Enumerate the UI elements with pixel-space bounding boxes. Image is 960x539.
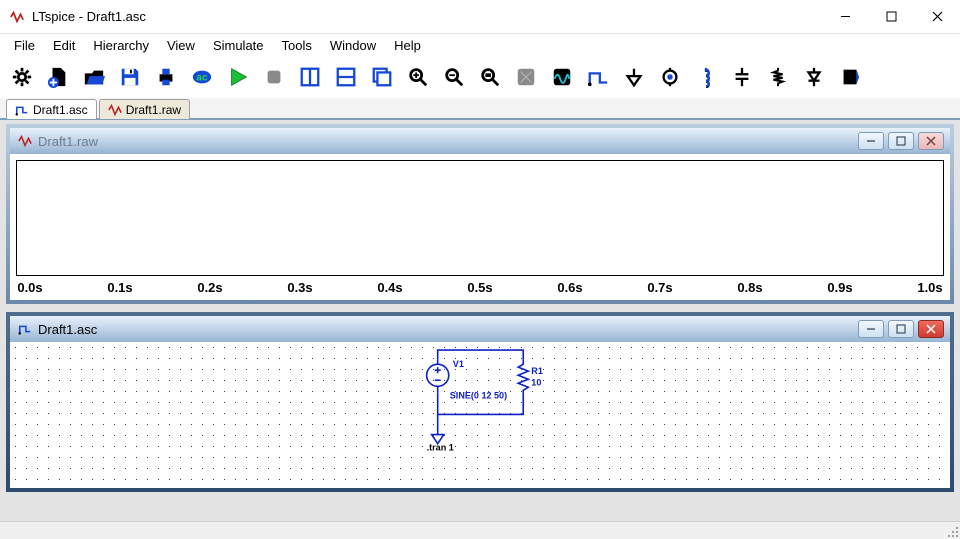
r1-value: 10 (531, 377, 541, 387)
window-close-button[interactable] (914, 2, 960, 32)
resize-grip[interactable] (944, 523, 958, 537)
schematic-canvas[interactable]: V1 SINE(0 12 50) R1 10 .tran 1 (10, 342, 950, 488)
window-minimize-button[interactable] (822, 2, 868, 32)
schematic-close-button[interactable] (918, 320, 944, 338)
waveform-titlebar[interactable]: Draft1.raw (10, 128, 950, 154)
x-tick: 0.3s (280, 280, 320, 296)
x-tick: 0.4s (370, 280, 410, 296)
menu-file[interactable]: File (6, 36, 43, 55)
menu-view[interactable]: View (159, 36, 203, 55)
waveform-icon (18, 134, 32, 148)
schematic-tab-icon (15, 103, 29, 117)
toolbar: ac (0, 56, 960, 98)
waveform-window: Draft1.raw 0.0s 0.1s 0.2s 0.3s 0.4s 0.5s… (6, 124, 954, 304)
zoom-out-button[interactable] (440, 62, 468, 92)
waveform-plot-area[interactable]: 0.0s 0.1s 0.2s 0.3s 0.4s 0.5s 0.6s 0.7s … (10, 154, 950, 300)
cascade-button[interactable] (368, 62, 396, 92)
waveform-title: Draft1.raw (18, 134, 854, 149)
v1-value: SINE(0 12 50) (450, 390, 507, 400)
x-tick: 1.0s (910, 280, 950, 296)
x-tick: 0.1s (100, 280, 140, 296)
ground-button[interactable] (620, 62, 648, 92)
stop-button[interactable] (260, 62, 288, 92)
schematic-maximize-button[interactable] (888, 320, 914, 338)
open-button[interactable] (80, 62, 108, 92)
schematic-icon (18, 322, 32, 336)
tile-vertical-button[interactable] (296, 62, 324, 92)
schematic-title: Draft1.asc (18, 322, 854, 337)
x-tick: 0.0s (10, 280, 50, 296)
wire-button[interactable] (584, 62, 612, 92)
schematic-minimize-button[interactable] (858, 320, 884, 338)
waveform-close-button[interactable] (918, 132, 944, 150)
x-tick: 0.6s (550, 280, 590, 296)
resistor-button[interactable] (764, 62, 792, 92)
tab-label: Draft1.asc (33, 103, 88, 117)
tab-draft1-asc[interactable]: Draft1.asc (6, 99, 97, 119)
x-tick: 0.9s (820, 280, 860, 296)
capacitor-button[interactable] (728, 62, 756, 92)
menu-edit[interactable]: Edit (45, 36, 83, 55)
op-point-button[interactable]: ac (188, 62, 216, 92)
menu-tools[interactable]: Tools (274, 36, 320, 55)
run-button[interactable] (224, 62, 252, 92)
schematic-window: Draft1.asc (6, 312, 954, 492)
x-tick: 0.7s (640, 280, 680, 296)
menu-window[interactable]: Window (322, 36, 384, 55)
v1-label: V1 (453, 359, 464, 369)
window-titlebar: LTspice - Draft1.asc (0, 0, 960, 34)
menu-hierarchy[interactable]: Hierarchy (85, 36, 157, 55)
settings-button[interactable] (8, 62, 36, 92)
schematic-titlebar[interactable]: Draft1.asc (10, 316, 950, 342)
svg-text:ac: ac (196, 73, 208, 84)
new-schematic-button[interactable] (44, 62, 72, 92)
waveform-tab-icon (108, 103, 122, 117)
x-tick: 0.5s (460, 280, 500, 296)
x-tick: 0.2s (190, 280, 230, 296)
zoom-in-button[interactable] (404, 62, 432, 92)
tile-horizontal-button[interactable] (332, 62, 360, 92)
spice-directive: .tran 1 (427, 443, 454, 453)
diode-button[interactable] (800, 62, 828, 92)
net-name-button[interactable] (548, 62, 576, 92)
plot-rect (16, 160, 944, 276)
document-tabstrip: Draft1.asc Draft1.raw (0, 98, 960, 120)
autorange-button[interactable] (512, 62, 540, 92)
waveform-minimize-button[interactable] (858, 132, 884, 150)
statusbar (0, 521, 960, 539)
window-title: LTspice - Draft1.asc (32, 9, 822, 24)
schematic-drawing: V1 SINE(0 12 50) R1 10 .tran 1 (10, 342, 950, 488)
print-button[interactable] (152, 62, 180, 92)
waveform-maximize-button[interactable] (888, 132, 914, 150)
menu-simulate[interactable]: Simulate (205, 36, 272, 55)
component-button[interactable] (836, 62, 864, 92)
app-icon (8, 8, 26, 26)
window-maximize-button[interactable] (868, 2, 914, 32)
menubar: File Edit Hierarchy View Simulate Tools … (0, 34, 960, 56)
menu-help[interactable]: Help (386, 36, 429, 55)
x-axis-ticks: 0.0s 0.1s 0.2s 0.3s 0.4s 0.5s 0.6s 0.7s … (10, 280, 950, 296)
r1-label: R1 (531, 366, 543, 376)
voltage-source-button[interactable] (656, 62, 684, 92)
zoom-fit-button[interactable] (476, 62, 504, 92)
inductor-button[interactable] (692, 62, 720, 92)
mdi-client-area: Draft1.raw 0.0s 0.1s 0.2s 0.3s 0.4s 0.5s… (0, 120, 960, 521)
tab-label: Draft1.raw (126, 103, 181, 117)
tab-draft1-raw[interactable]: Draft1.raw (99, 99, 190, 119)
save-button[interactable] (116, 62, 144, 92)
x-tick: 0.8s (730, 280, 770, 296)
